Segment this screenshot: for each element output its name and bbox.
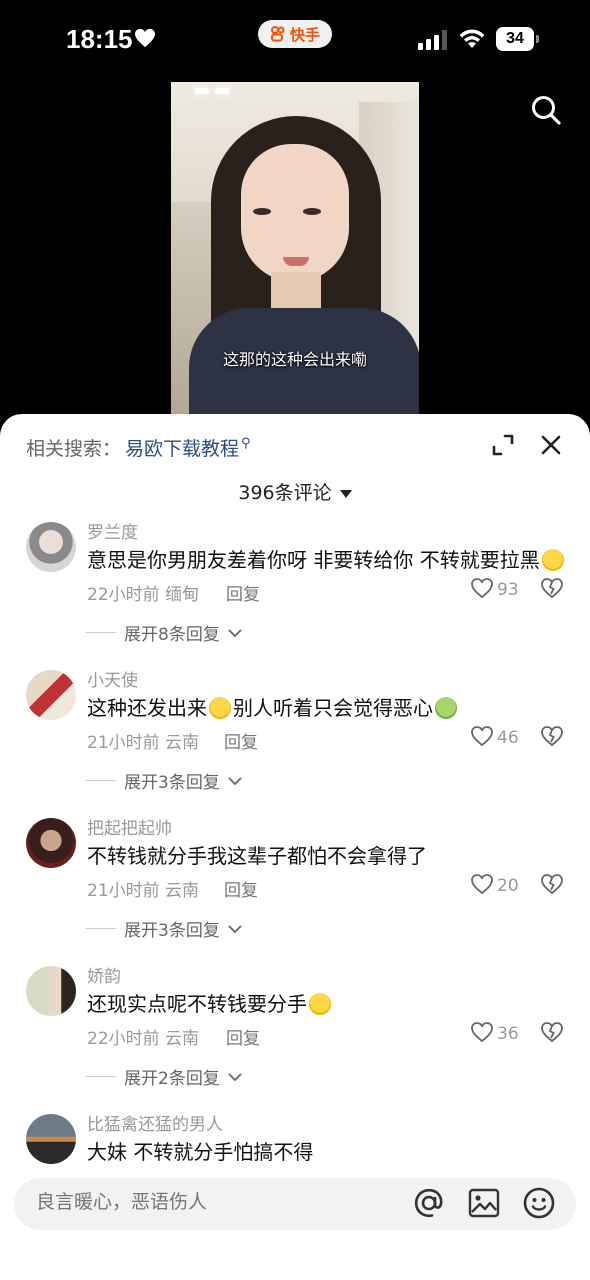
wifi-icon [459,29,485,48]
reply-button[interactable]: 回复 [224,876,258,901]
chevron-down-icon [228,776,242,785]
image-icon[interactable] [468,1188,500,1218]
expand-replies-label: 展开3条回复 [124,921,220,941]
comment-text: 意思是你男朋友差着你呀 非要转给你 不转就要拉黑 [87,544,566,573]
app-badge[interactable]: 快手 [258,20,332,48]
nauseated-face-emoji-icon [435,697,457,719]
signal-icon [418,30,447,50]
like-heart-icon[interactable] [470,1020,494,1044]
chevron-down-icon [228,628,242,637]
comment-text-content: 别人听着只会觉得恶心 [233,696,433,720]
avatar[interactable] [26,1114,76,1164]
expand-icon[interactable] [490,432,516,458]
app-badge-label: 快手 [289,25,320,44]
comment-author[interactable]: 小天使 [87,666,138,691]
comment-author[interactable]: 罗兰度 [87,518,138,543]
status-time: 18:15 [66,24,133,54]
expand-replies[interactable]: 展开2条回复 [86,1064,242,1089]
comment-item: 把起把起帅 不转钱就分手我这辈子都怕不会拿得了 21小时前 云南 回复 20 展… [0,814,590,962]
comment-input[interactable] [36,1192,281,1214]
like-count: 36 [497,1024,519,1044]
at-mention-icon[interactable] [412,1186,446,1220]
expand-replies[interactable]: 展开8条回复 [86,620,242,645]
comment-count-sort[interactable]: 396条评论 [0,478,590,505]
comment-item: 罗兰度 意思是你男朋友差着你呀 非要转给你 不转就要拉黑 22小时前 缅甸 回复… [0,518,590,666]
chevron-down-icon [228,1072,242,1081]
comment-author[interactable]: 娇韵 [87,962,121,987]
comment-text-content: 这种还发出来 [87,696,207,720]
expand-replies-label: 展开3条回复 [124,773,220,793]
comment-meta: 22小时前 云南 [87,1029,200,1049]
avatar[interactable] [26,670,76,720]
comment-meta: 22小时前 缅甸 [87,585,200,605]
like-heart-icon[interactable] [470,576,494,600]
avatar[interactable] [26,966,76,1016]
chevron-down-icon [228,924,242,933]
like-count: 46 [497,728,519,748]
emoji-icon[interactable] [522,1186,556,1220]
comment-count: 396条评论 [238,482,332,504]
like-count: 93 [497,580,519,600]
battery-indicator: 34 [496,27,540,51]
video-player[interactable]: 这那的这种会出来嘞 [171,82,419,414]
comment-meta: 21小时前 云南 [87,881,200,901]
close-icon[interactable] [538,432,564,458]
comment-text-content: 还现实点呢不转钱要分手 [87,992,307,1016]
comment-text: 不转钱就分手我这辈子都怕不会拿得了 [87,844,427,868]
caret-down-icon [339,489,352,498]
kuaishou-logo-icon [270,26,285,42]
laughing-tears-emoji-icon [541,549,564,571]
avatar[interactable] [26,522,76,572]
comment-text: 这种还发出来 别人听着只会觉得恶心 [87,692,459,721]
search-small-icon: ⚲ [241,436,251,451]
broken-heart-icon[interactable] [540,724,564,748]
like-heart-icon[interactable] [470,872,494,896]
broken-heart-icon[interactable] [540,576,564,600]
reply-button[interactable]: 回复 [224,728,258,753]
comment-item: 娇韵 还现实点呢不转钱要分手 22小时前 云南 回复 36 展开2条回复 [0,962,590,1110]
laughing-tears-emoji-icon [209,697,231,719]
expand-replies[interactable]: 展开3条回复 [86,768,242,793]
comment-author[interactable]: 把起把起帅 [87,814,172,839]
expand-replies-label: 展开8条回复 [124,625,220,645]
related-search[interactable]: 相关搜索： 易欧下载教程 ⚲ [26,434,251,461]
search-icon[interactable] [530,94,562,126]
like-heart-icon[interactable] [470,724,494,748]
comment-meta: 21小时前 云南 [87,733,200,753]
comment-text: 大妹 不转就分手怕搞不得 [87,1140,314,1164]
expand-replies[interactable]: 展开3条回复 [86,916,242,941]
laughing-tears-emoji-icon [309,993,331,1015]
comment-item: 比猛禽还猛的男人 大妹 不转就分手怕搞不得 [0,1110,590,1170]
reply-button[interactable]: 回复 [226,580,260,605]
comment-text-content: 意思是你男朋友差着你呀 非要转给你 不转就要拉黑 [87,548,540,572]
heart-icon [135,28,155,48]
video-subtitle: 这那的这种会出来嘞 [222,350,367,369]
comment-input-bar [14,1178,576,1230]
comment-author[interactable]: 比猛禽还猛的男人 [87,1110,223,1135]
comment-item: 小天使 这种还发出来 别人听着只会觉得恶心 21小时前 云南 回复 46 展开3条… [0,666,590,814]
broken-heart-icon[interactable] [540,872,564,896]
related-search-label: 相关搜索： [26,438,122,460]
reply-button[interactable]: 回复 [226,1024,260,1049]
like-count: 20 [497,876,519,896]
expand-replies-label: 展开2条回复 [124,1069,220,1089]
related-search-query[interactable]: 易欧下载教程 [125,434,239,461]
comment-sheet: 相关搜索： 易欧下载教程 ⚲ 396条评论 罗兰度 意思是你男朋友差着你呀 非要… [0,414,590,1280]
battery-level: 34 [506,30,524,47]
comment-text: 还现实点呢不转钱要分手 [87,988,333,1017]
broken-heart-icon[interactable] [540,1020,564,1044]
avatar[interactable] [26,818,76,868]
status-bar: 18:15 快手 34 [0,0,590,80]
